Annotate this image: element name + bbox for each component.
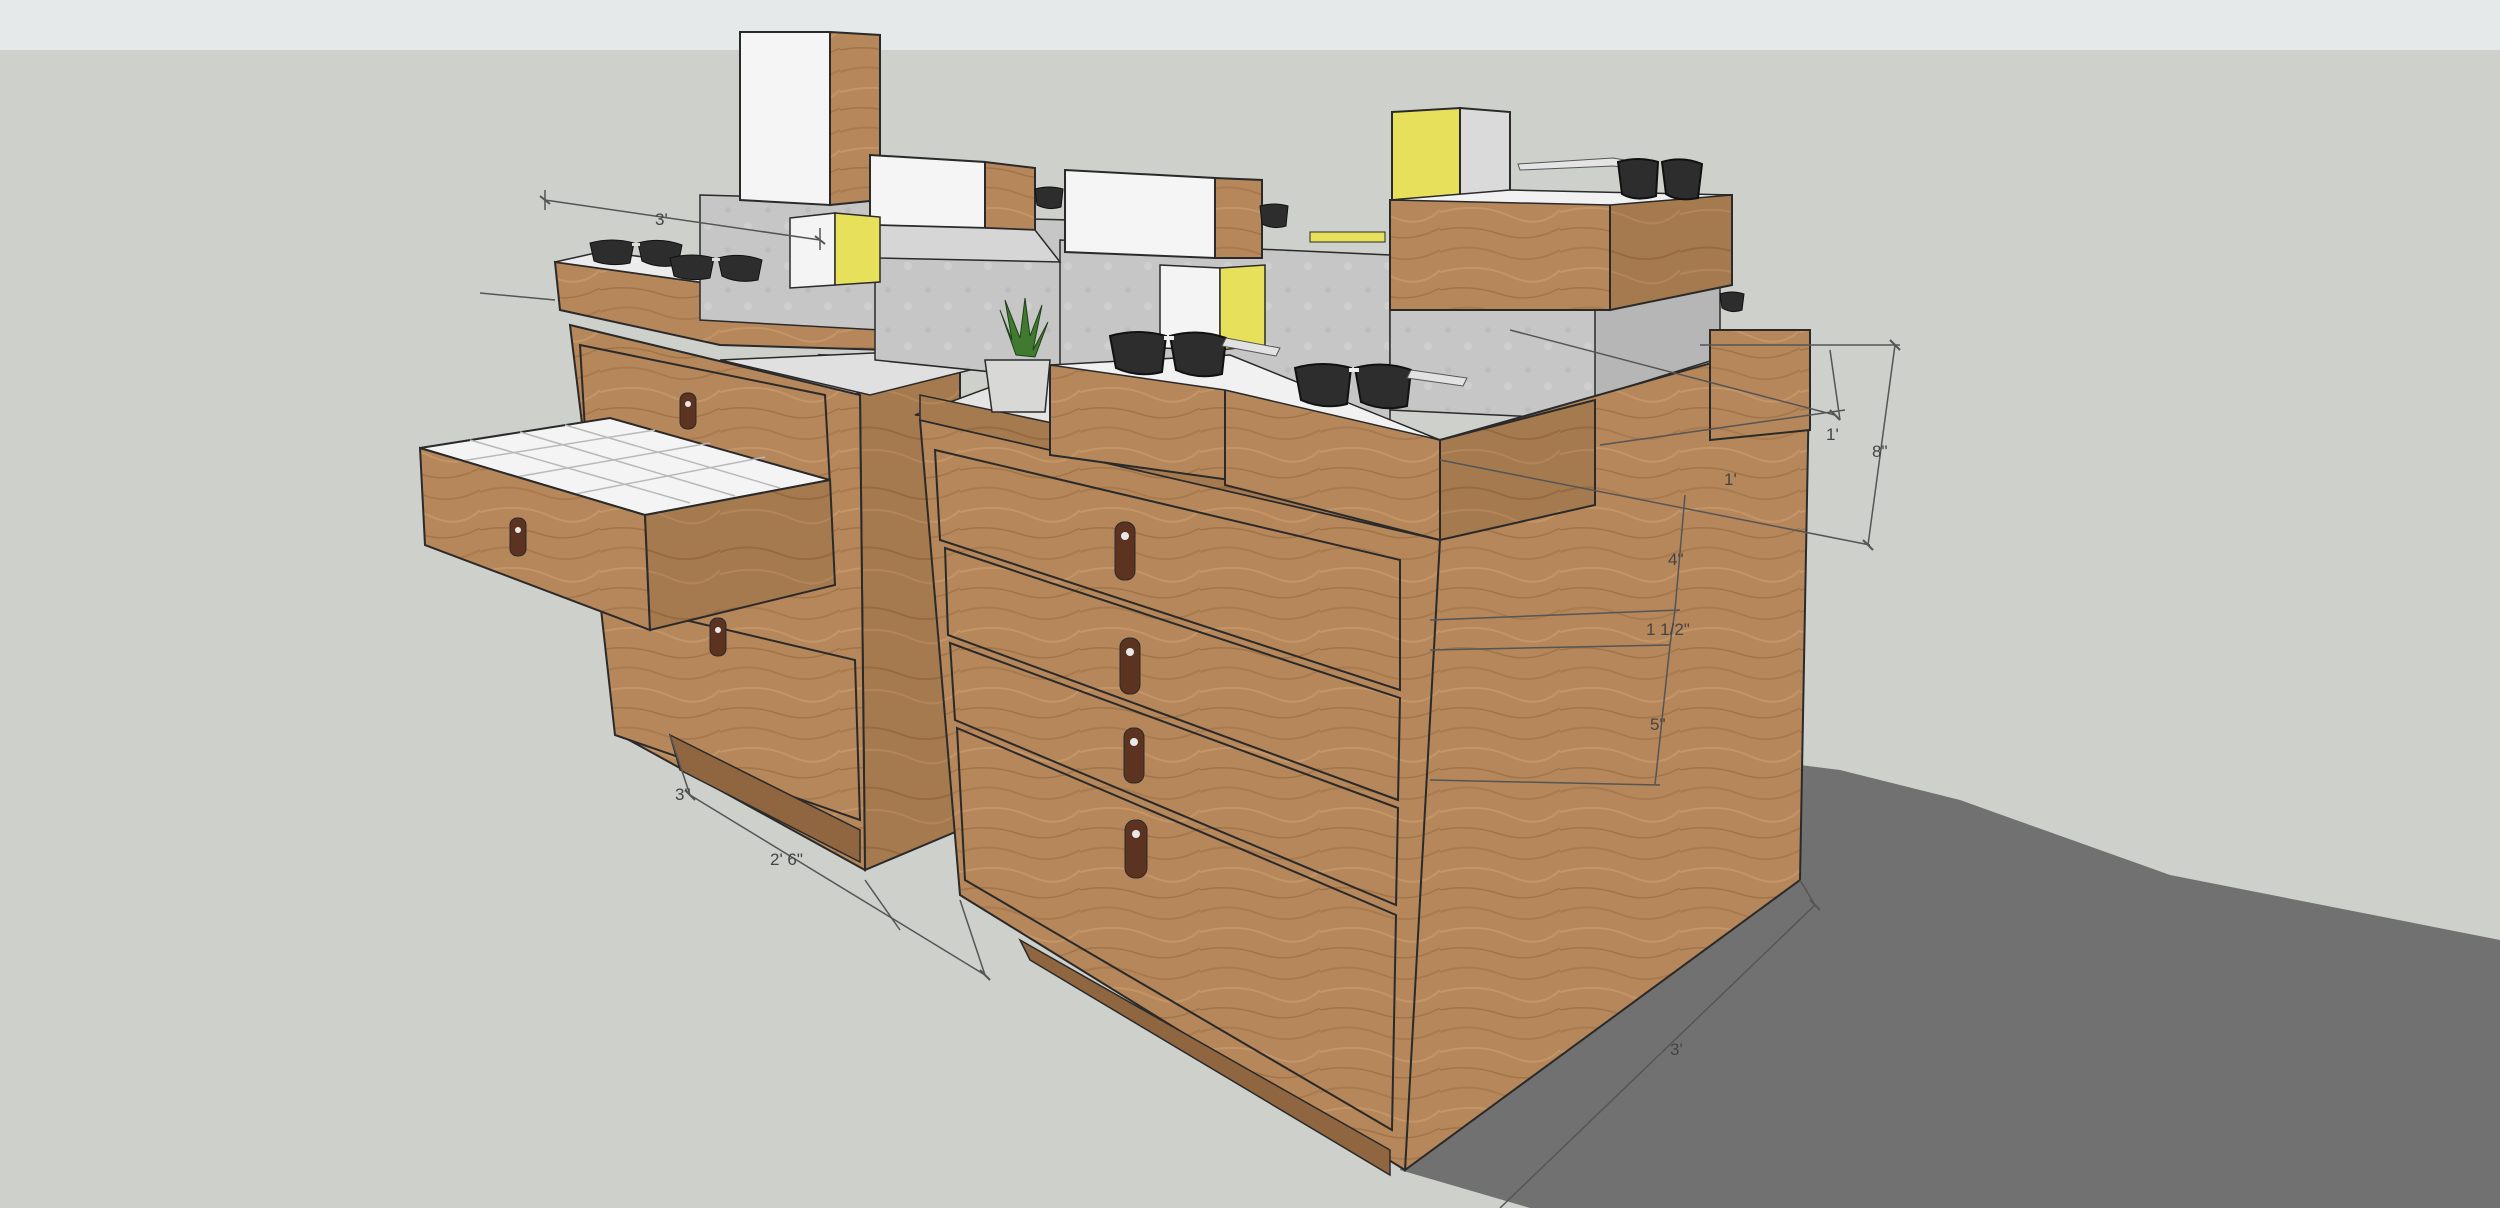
sketchup-3d-viewport[interactable]: 3' 1' 1' 8" 4" 1 1/2" 5" 3" 2' 6" 3' (0, 0, 2500, 1208)
dim-right-top-height: 8" (1872, 442, 1888, 461)
sky-band (0, 0, 2500, 50)
dim-right-top-depth: 1' (1724, 470, 1737, 489)
yellow-cube-left (789, 212, 881, 289)
leather-pull-icon[interactable] (1124, 819, 1148, 879)
dim-right-reveal: 1 1/2" (1646, 620, 1690, 639)
dim-right-block-height: 4" (1668, 550, 1684, 569)
leather-pull-icon[interactable] (1114, 521, 1136, 581)
leather-pull-icon[interactable] (709, 617, 727, 657)
yellow-pedestal-top-right (1391, 106, 1511, 207)
dim-left-base-inset: 3" (675, 785, 691, 804)
sunglasses-icon (1259, 203, 1289, 229)
white-pedestal-mid (868, 153, 1062, 263)
dim-right-width: 3' (1670, 1040, 1683, 1059)
wood-block-far-right (1709, 329, 1811, 442)
sunglasses-icon (1719, 291, 1745, 313)
sunglasses-icon (1034, 186, 1064, 210)
wood-pedestal-top-right (1389, 189, 1733, 312)
dim-right-drawer-height: 5" (1650, 715, 1666, 734)
dim-right-top-overhang: 1' (1826, 425, 1839, 444)
leather-pull-icon[interactable] (509, 517, 527, 557)
leather-pull-icon[interactable] (679, 392, 697, 430)
yellow-strip (1309, 231, 1386, 243)
leather-pull-icon[interactable] (1123, 727, 1145, 784)
dim-left-depth: 2' 6" (770, 850, 803, 869)
white-pedestal-tall (739, 30, 881, 207)
dim-left-top-width: 3' (655, 210, 668, 229)
white-pedestal-center (1064, 168, 1263, 260)
leather-pull-icon[interactable] (1119, 637, 1141, 695)
